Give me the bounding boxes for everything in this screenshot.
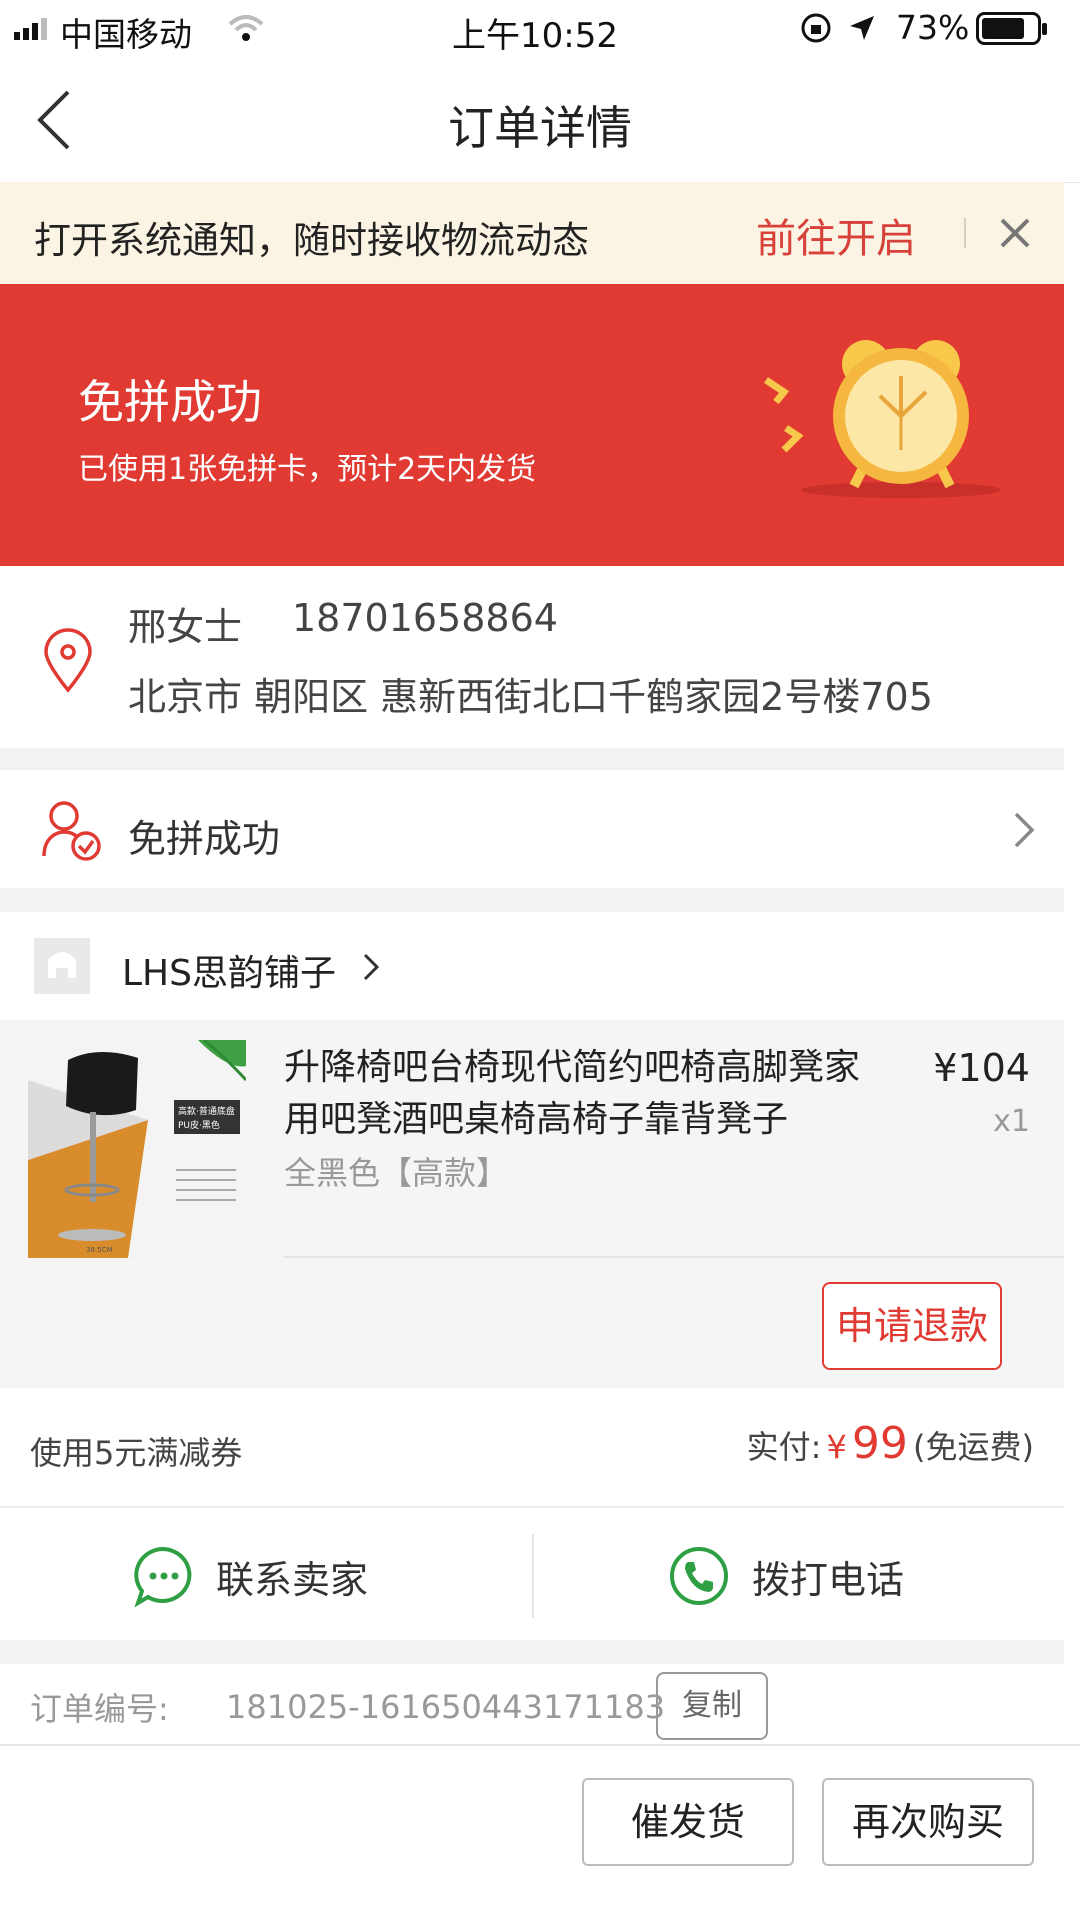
shop-logo: [34, 938, 90, 994]
image-tag-line1: 高款·普通底盘: [178, 1105, 235, 1117]
shop-header[interactable]: LHS思韵铺子: [0, 912, 1064, 1020]
close-icon[interactable]: [998, 216, 1032, 250]
notice-divider: [964, 218, 966, 248]
copy-button[interactable]: 复制: [656, 1672, 768, 1740]
wifi-icon: [228, 15, 264, 41]
page-title: 订单详情: [448, 101, 632, 155]
product-spec: 全黑色【高款】: [284, 1154, 509, 1192]
alarm-clock-icon: [764, 340, 1001, 498]
payment-summary: 使用5元满减券 实付: ¥ 99 (免运费): [0, 1388, 1064, 1508]
section-gap: [0, 1640, 1064, 1664]
shop-name: LHS思韵铺子: [122, 953, 336, 994]
product-title[interactable]: 升降椅吧台椅现代简约吧椅高脚凳家用吧凳酒吧桌椅高椅子靠背凳子: [284, 1042, 884, 1146]
paid-total: 实付: ¥ 99 (免运费): [747, 1418, 1034, 1469]
banner-subtitle: 已使用1张免拼卡，预计2天内发货: [78, 452, 537, 487]
product-item[interactable]: 高款·普通底盘 PU皮·黑色 38.5CM 升降椅吧台椅现代简约吧椅高脚凳家用吧…: [0, 1020, 1064, 1388]
notice-message: 打开系统通知，随时接收物流动态: [34, 219, 589, 262]
recipient-phone: 18701658864: [292, 596, 558, 640]
order-info: 订单编号: 181025-161650443171183 复制: [0, 1664, 1064, 1744]
urge-shipping-button[interactable]: 催发货: [582, 1778, 794, 1866]
contact-divider: [532, 1534, 534, 1618]
shipping-note: (免运费): [913, 1428, 1034, 1466]
product-divider: [284, 1256, 1064, 1258]
chevron-right-icon: [1014, 812, 1035, 848]
group-status-row[interactable]: 免拼成功: [0, 770, 1064, 888]
nav-bar: 订单详情: [0, 58, 1080, 183]
coupon-label: 使用5元满减券: [30, 1434, 243, 1472]
section-gap: [0, 888, 1064, 912]
section-gap: [0, 748, 1064, 770]
shipping-address: 邢女士 18701658864 北京市 朝阳区 惠新西街北口千鹤家园2号楼705: [0, 566, 1064, 748]
status-banner: 免拼成功 已使用1张免拼卡，预计2天内发货: [0, 284, 1064, 566]
contact-bar: 联系卖家 拨打电话: [0, 1508, 1064, 1640]
product-image[interactable]: 高款·普通底盘 PU皮·黑色 38.5CM: [28, 1040, 246, 1258]
battery-percent: 73%: [896, 8, 970, 47]
image-dimension-label: 38.5CM: [86, 1246, 113, 1254]
currency-symbol: ¥: [826, 1428, 847, 1466]
signal-icon: [14, 18, 47, 40]
call-label: 拨打电话: [752, 1557, 905, 1602]
contact-seller-label: 联系卖家: [216, 1557, 369, 1602]
order-number: 181025-161650443171183: [226, 1688, 666, 1726]
rotation-lock-icon: [801, 13, 831, 43]
product-price: ¥104: [933, 1046, 1030, 1090]
location-pin-icon: [44, 628, 92, 693]
banner-title: 免拼成功: [78, 375, 262, 429]
contact-seller-button[interactable]: 联系卖家: [132, 1534, 368, 1618]
chevron-right-icon: [363, 953, 380, 981]
phone-icon: [670, 1547, 728, 1605]
paid-label: 实付:: [746, 1428, 822, 1466]
enable-notifications-link[interactable]: 前往开启: [756, 206, 916, 264]
group-status-label: 免拼成功: [128, 817, 281, 861]
refund-button[interactable]: 申请退款: [822, 1282, 1002, 1370]
product-quantity: x1: [993, 1104, 1030, 1139]
image-tag-line2: PU皮·黑色: [178, 1119, 220, 1131]
battery-icon: [976, 12, 1047, 45]
location-arrow-icon: [850, 16, 874, 40]
bottom-action-bar: 催发货 再次购买: [0, 1744, 1080, 1923]
address-line: 北京市 朝阳区 惠新西街北口千鹤家园2号楼705: [128, 675, 933, 719]
chat-bubble-icon: [134, 1546, 192, 1607]
status-bar: 中国移动 上午10:52 73%: [0, 0, 1080, 58]
carrier-label: 中国移动: [60, 15, 192, 54]
user-check-icon: [42, 801, 101, 861]
order-number-label: 订单编号:: [30, 1690, 169, 1728]
call-button[interactable]: 拨打电话: [668, 1534, 904, 1618]
buy-again-button[interactable]: 再次购买: [822, 1778, 1034, 1866]
store-icon: [48, 952, 76, 978]
clock-time: 上午10:52: [452, 16, 618, 56]
notification-banner: 打开系统通知，随时接收物流动态 前往开启: [0, 182, 1064, 284]
recipient-name: 邢女士: [128, 605, 243, 649]
paid-amount: 99: [851, 1418, 908, 1469]
